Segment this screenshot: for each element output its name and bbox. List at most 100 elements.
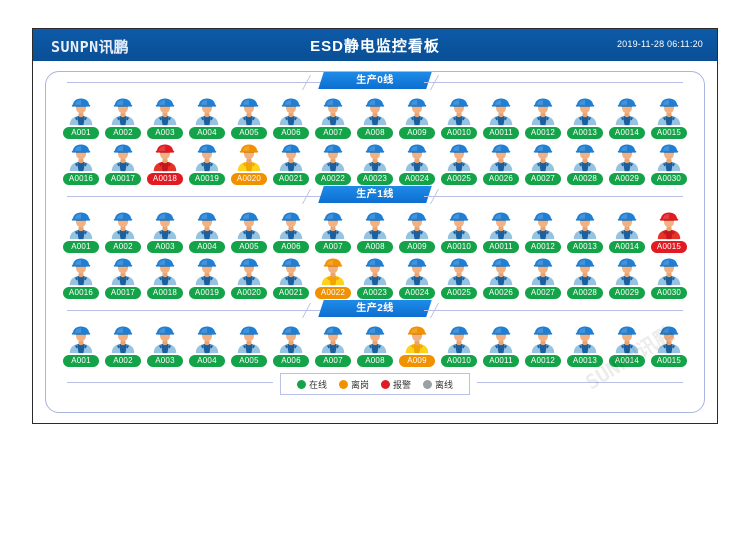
worker-id-badge[interactable]: A005 xyxy=(231,355,267,367)
worker-id-badge[interactable]: A0026 xyxy=(483,287,519,299)
worker-station[interactable]: A0020 xyxy=(228,256,270,299)
worker-station[interactable]: A005 xyxy=(228,210,270,253)
worker-id-badge[interactable]: A007 xyxy=(315,355,351,367)
worker-id-badge[interactable]: A0023 xyxy=(357,287,393,299)
worker-station[interactable]: A0025 xyxy=(438,142,480,185)
worker-station[interactable]: A0029 xyxy=(606,256,648,299)
worker-station[interactable]: A0018 xyxy=(144,256,186,299)
worker-id-badge[interactable]: A005 xyxy=(231,241,267,253)
worker-station[interactable]: A005 xyxy=(228,96,270,139)
worker-station[interactable]: A0028 xyxy=(564,256,606,299)
worker-station[interactable]: A0012 xyxy=(522,96,564,139)
worker-id-badge[interactable]: A004 xyxy=(189,355,225,367)
worker-id-badge[interactable]: A0011 xyxy=(483,241,519,253)
worker-station[interactable]: A0017 xyxy=(102,256,144,299)
worker-station[interactable]: A008 xyxy=(354,210,396,253)
worker-id-badge[interactable]: A0021 xyxy=(273,173,309,185)
worker-id-badge[interactable]: A0012 xyxy=(525,241,561,253)
worker-station[interactable]: A0013 xyxy=(564,96,606,139)
worker-station[interactable]: A0027 xyxy=(522,256,564,299)
worker-station[interactable]: A0023 xyxy=(354,256,396,299)
worker-id-badge[interactable]: A0012 xyxy=(525,127,561,139)
worker-station[interactable]: A0019 xyxy=(186,256,228,299)
worker-id-badge[interactable]: A0019 xyxy=(189,173,225,185)
worker-id-badge[interactable]: A0014 xyxy=(609,241,645,253)
worker-id-badge[interactable]: A0018 xyxy=(147,287,183,299)
worker-id-badge[interactable]: A0028 xyxy=(567,287,603,299)
worker-id-badge[interactable]: A0014 xyxy=(609,127,645,139)
worker-station[interactable]: A004 xyxy=(186,210,228,253)
worker-station[interactable]: A0029 xyxy=(606,142,648,185)
worker-station[interactable]: A0010 xyxy=(438,324,480,367)
worker-id-badge[interactable]: A0030 xyxy=(651,173,687,185)
worker-id-badge[interactable]: A0024 xyxy=(399,287,435,299)
worker-id-badge[interactable]: A0026 xyxy=(483,173,519,185)
worker-id-badge[interactable]: A0029 xyxy=(609,173,645,185)
worker-id-badge[interactable]: A006 xyxy=(273,127,309,139)
worker-station[interactable]: A009 xyxy=(396,210,438,253)
worker-id-badge[interactable]: A0023 xyxy=(357,173,393,185)
worker-id-badge[interactable]: A007 xyxy=(315,127,351,139)
worker-id-badge[interactable]: A003 xyxy=(147,355,183,367)
worker-id-badge[interactable]: A003 xyxy=(147,241,183,253)
worker-station[interactable]: A0011 xyxy=(480,96,522,139)
worker-id-badge[interactable]: A009 xyxy=(399,241,435,253)
worker-station[interactable]: A0027 xyxy=(522,142,564,185)
worker-id-badge[interactable]: A0030 xyxy=(651,287,687,299)
worker-station[interactable]: A006 xyxy=(270,324,312,367)
worker-station[interactable]: A0028 xyxy=(564,142,606,185)
worker-station[interactable]: A0030 xyxy=(648,256,690,299)
worker-id-badge[interactable]: A001 xyxy=(63,127,99,139)
worker-station[interactable]: A007 xyxy=(312,210,354,253)
worker-id-badge[interactable]: A002 xyxy=(105,355,141,367)
worker-station[interactable]: A0024 xyxy=(396,142,438,185)
worker-station[interactable]: A001 xyxy=(60,96,102,139)
worker-station[interactable]: A0012 xyxy=(522,210,564,253)
worker-id-badge[interactable]: A0027 xyxy=(525,173,561,185)
worker-id-badge[interactable]: A001 xyxy=(63,355,99,367)
worker-station[interactable]: A002 xyxy=(102,210,144,253)
worker-id-badge[interactable]: A0017 xyxy=(105,173,141,185)
worker-id-badge[interactable]: A0010 xyxy=(441,355,477,367)
worker-id-badge[interactable]: A0029 xyxy=(609,287,645,299)
worker-id-badge[interactable]: A009 xyxy=(399,127,435,139)
worker-id-badge[interactable]: A005 xyxy=(231,127,267,139)
worker-station[interactable]: A0019 xyxy=(186,142,228,185)
worker-station[interactable]: A001 xyxy=(60,210,102,253)
worker-id-badge[interactable]: A004 xyxy=(189,241,225,253)
worker-station[interactable]: A0021 xyxy=(270,142,312,185)
worker-id-badge[interactable]: A0011 xyxy=(483,355,519,367)
worker-id-badge[interactable]: A0022 xyxy=(315,173,351,185)
worker-id-badge[interactable]: A0020 xyxy=(231,173,267,185)
worker-id-badge[interactable]: A002 xyxy=(105,241,141,253)
worker-id-badge[interactable]: A003 xyxy=(147,127,183,139)
worker-station[interactable]: A0016 xyxy=(60,256,102,299)
worker-station[interactable]: A0030 xyxy=(648,142,690,185)
worker-station[interactable]: A008 xyxy=(354,324,396,367)
worker-station[interactable]: A003 xyxy=(144,324,186,367)
worker-id-badge[interactable]: A0028 xyxy=(567,173,603,185)
worker-id-badge[interactable]: A008 xyxy=(357,241,393,253)
worker-station[interactable]: A0010 xyxy=(438,96,480,139)
worker-station[interactable]: A0018 xyxy=(144,142,186,185)
worker-id-badge[interactable]: A001 xyxy=(63,241,99,253)
worker-id-badge[interactable]: A0016 xyxy=(63,173,99,185)
worker-station[interactable]: A002 xyxy=(102,96,144,139)
worker-id-badge[interactable]: A008 xyxy=(357,127,393,139)
worker-station[interactable]: A002 xyxy=(102,324,144,367)
worker-station[interactable]: A009 xyxy=(396,324,438,367)
worker-id-badge[interactable]: A0015 xyxy=(651,355,687,367)
worker-station[interactable]: A0016 xyxy=(60,142,102,185)
worker-id-badge[interactable]: A0022 xyxy=(315,287,351,299)
worker-id-badge[interactable]: A0010 xyxy=(441,127,477,139)
worker-station[interactable]: A006 xyxy=(270,96,312,139)
worker-id-badge[interactable]: A0020 xyxy=(231,287,267,299)
worker-station[interactable]: A0020 xyxy=(228,142,270,185)
worker-station[interactable]: A0014 xyxy=(606,96,648,139)
worker-id-badge[interactable]: A0010 xyxy=(441,241,477,253)
worker-station[interactable]: A003 xyxy=(144,96,186,139)
worker-id-badge[interactable]: A0016 xyxy=(63,287,99,299)
worker-station[interactable]: A007 xyxy=(312,324,354,367)
worker-station[interactable]: A001 xyxy=(60,324,102,367)
worker-id-badge[interactable]: A008 xyxy=(357,355,393,367)
